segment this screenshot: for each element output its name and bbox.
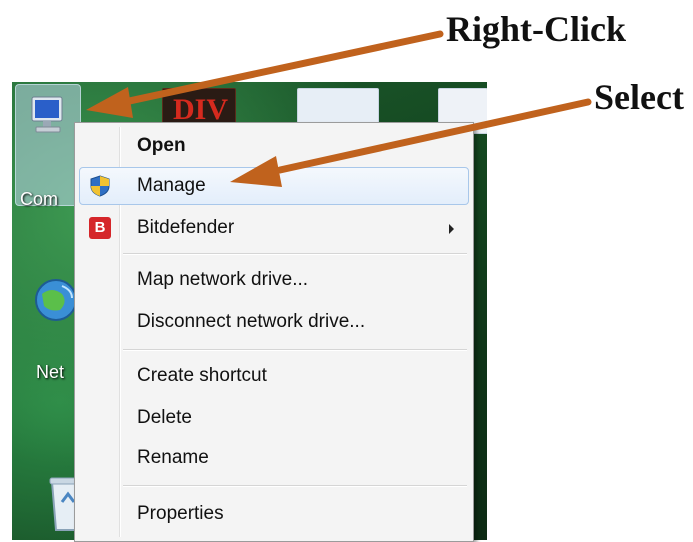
annotation-arrows	[86, 30, 592, 187]
select-arrow	[230, 98, 592, 187]
right-click-arrow	[86, 30, 444, 118]
